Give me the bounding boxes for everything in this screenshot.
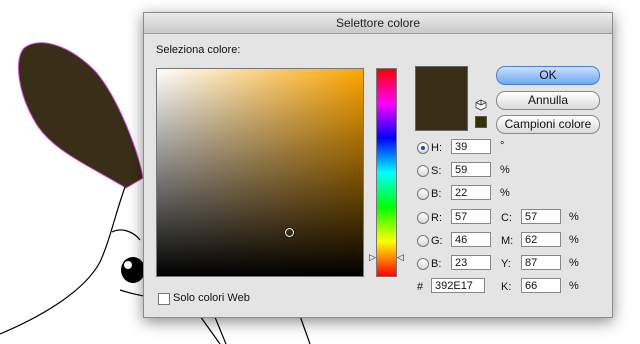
red-field[interactable]: 57: [451, 209, 491, 224]
color-marker[interactable]: [285, 228, 294, 237]
eye-highlight: [124, 261, 132, 269]
dialog-title: Selettore colore: [144, 13, 612, 34]
blue-label: B:: [431, 258, 442, 270]
websafe-color-swatch[interactable]: [475, 116, 487, 128]
yellow-unit: %: [569, 257, 579, 269]
brightness-radio[interactable]: [417, 188, 429, 200]
yellow-field[interactable]: 87: [521, 255, 561, 270]
green-radio[interactable]: [417, 235, 429, 247]
yellow-label: Y:: [501, 258, 511, 270]
hue-label: H:: [431, 142, 442, 154]
cyan-label: C:: [501, 212, 512, 224]
blue-field[interactable]: 23: [451, 255, 491, 270]
hue-slider[interactable]: [376, 68, 397, 277]
web-colors-only-checkbox[interactable]: [158, 293, 170, 305]
green-label: G:: [431, 235, 443, 247]
saturation-label: S:: [431, 165, 442, 177]
hue-arrow-left-icon[interactable]: ▷: [369, 252, 376, 263]
ok-button[interactable]: OK: [496, 66, 600, 85]
red-label: R:: [431, 212, 442, 224]
hue-radio[interactable]: [417, 142, 429, 154]
cancel-button[interactable]: Annulla: [496, 91, 600, 110]
cyan-unit: %: [569, 211, 579, 223]
color-picker-dialog: Selettore colore Seleziona colore: ▷ ◁ O…: [143, 12, 613, 318]
eye: [121, 257, 145, 283]
picker-label: Seleziona colore:: [156, 44, 241, 56]
black-unit: %: [569, 280, 579, 292]
head-outline-2: [111, 229, 141, 241]
ear-shape: [18, 42, 144, 189]
color-swatches-button[interactable]: Campioni colore: [496, 115, 600, 134]
saturation-radio[interactable]: [417, 165, 429, 177]
cube-icon[interactable]: [475, 99, 487, 111]
red-radio[interactable]: [417, 212, 429, 224]
magenta-unit: %: [569, 234, 579, 246]
magenta-field[interactable]: 62: [521, 232, 561, 247]
saturation-unit: %: [500, 164, 510, 176]
web-colors-only-label: Solo colori Web: [173, 292, 250, 304]
body-line: [299, 315, 311, 344]
black-label: K:: [501, 281, 512, 293]
saturation-brightness-field[interactable]: [156, 68, 364, 277]
hex-field[interactable]: 392E17: [431, 278, 485, 293]
saturation-field[interactable]: 59: [451, 162, 491, 177]
magenta-label: M:: [501, 235, 514, 247]
head-outline: [0, 186, 126, 335]
brightness-unit: %: [500, 187, 510, 199]
hue-field[interactable]: 39: [451, 139, 491, 154]
cyan-field[interactable]: 57: [521, 209, 561, 224]
brightness-field[interactable]: 22: [451, 185, 491, 200]
current-color-swatch: [415, 66, 468, 131]
body-line-2: [199, 315, 221, 344]
black-field[interactable]: 66: [521, 278, 561, 293]
hex-label: #: [417, 281, 424, 293]
brightness-label: B:: [431, 188, 442, 200]
hue-unit: °: [500, 140, 505, 152]
green-field[interactable]: 46: [451, 232, 491, 247]
hue-arrow-right-icon[interactable]: ◁: [397, 252, 404, 263]
blue-radio[interactable]: [417, 258, 429, 270]
